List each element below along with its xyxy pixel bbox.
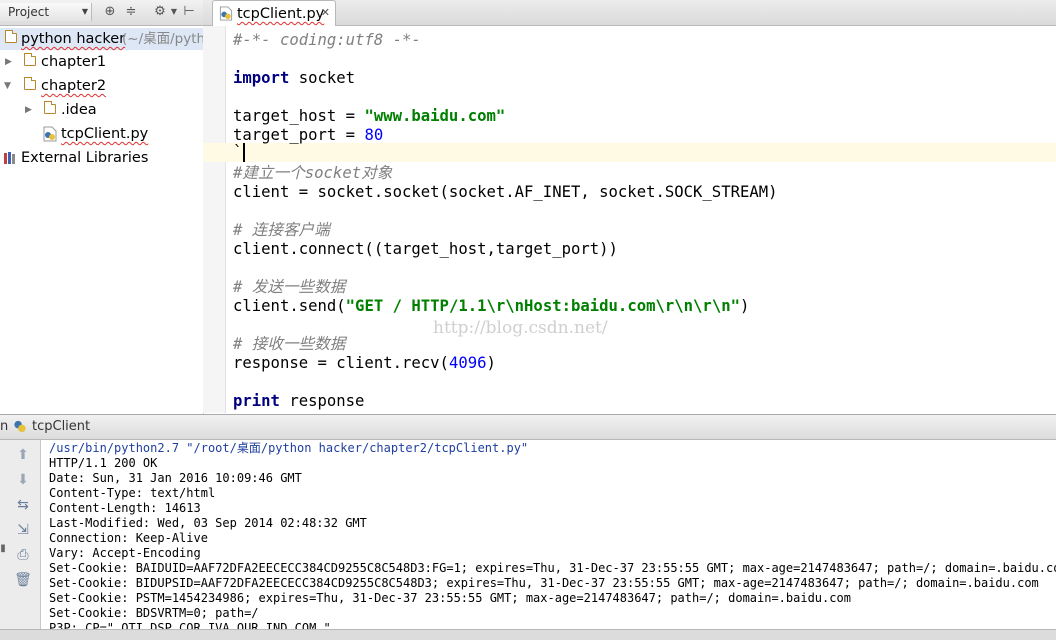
- code-line-5: target_host = "www.baidu.com": [233, 107, 505, 126]
- code-line-8: #建立一个socket对象: [233, 164, 393, 182]
- keyword: print: [233, 392, 280, 410]
- code-text: ): [739, 297, 750, 315]
- project-tree: python hacker (~/桌面/pyth ▶ chapter1 ▼ ch…: [0, 26, 206, 414]
- console-line: Set-Cookie: PSTM=1454234986; expires=Thu…: [49, 591, 851, 605]
- chevron-down-icon[interactable]: ▼: [166, 4, 182, 20]
- code-line-11: # 连接客户端: [233, 221, 330, 239]
- python-file-icon: [219, 6, 233, 21]
- code-line-12: client.connect((target_host,target_port)…: [233, 240, 618, 258]
- run-panel-header: n tcpClient: [0, 414, 1056, 440]
- keyword: import: [233, 69, 290, 87]
- console-line: Vary: Accept-Encoding: [49, 546, 201, 560]
- console-line: Date: Sun, 31 Jan 2016 10:09:46 GMT: [49, 471, 302, 485]
- code-line-18: response = client.recv(4096): [233, 354, 496, 373]
- console-line: Set-Cookie: BDSVRTM=0; path=/: [49, 606, 259, 620]
- number-literal: 4096: [448, 354, 487, 372]
- code-text: socket: [289, 69, 356, 87]
- tree-item-python-hacker[interactable]: python hacker (~/桌面/pyth: [0, 28, 206, 50]
- code-text: response = client.recv(: [233, 354, 449, 372]
- folder-icon: [23, 53, 36, 66]
- target-icon[interactable]: ⊕: [102, 4, 118, 20]
- console-line: P3P: CP=" OTI DSP COR IVA OUR IND COM ": [49, 621, 331, 629]
- code-line-17: # 接收一些数据: [233, 335, 346, 353]
- code-editor[interactable]: #-*- coding:utf8 -*- import socket targe…: [203, 26, 1056, 413]
- project-view-selector[interactable]: Project ▼: [0, 3, 92, 21]
- tree-item-label: chapter1: [41, 54, 107, 70]
- code-text: ): [486, 354, 496, 372]
- current-line-highlight: [203, 143, 1056, 162]
- expand-arrow-icon[interactable]: ▶: [25, 99, 32, 121]
- code-line-7: `: [233, 143, 243, 161]
- tree-item-chapter2[interactable]: ▼ chapter2: [0, 75, 203, 97]
- hide-panel-icon[interactable]: ⊢: [181, 4, 197, 20]
- collapse-all-icon[interactable]: ≑: [123, 4, 139, 20]
- console-line: HTTP/1.1 200 OK: [49, 456, 158, 470]
- folder-icon: [43, 101, 56, 114]
- code-text: client.send(: [233, 297, 346, 315]
- code-line-15: client.send("GET / HTTP/1.1\r\nHost:baid…: [233, 297, 749, 316]
- project-toolbar: Project ▼ ⊕ ≑ ⚙ ▼ ⊢: [0, 0, 203, 26]
- console-line: Set-Cookie: BAIDUID=AAF72DFA2EECECC384CD…: [49, 561, 1056, 575]
- tree-item-label: External Libraries: [21, 150, 149, 166]
- code-text: target_port =: [233, 126, 365, 144]
- tree-item-label: python hacker: [21, 31, 126, 47]
- tree-item-tcpclient-py[interactable]: tcpClient.py: [0, 123, 203, 145]
- number-literal: 80: [364, 126, 384, 144]
- print-icon[interactable]: ⎙: [14, 546, 32, 564]
- python-run-icon: [14, 420, 26, 433]
- run-toolbar: ⬆ ⬇ ⇆ ⇲ ⎙ 🗑 ▮: [0, 440, 41, 639]
- console-line: Content-Type: text/html: [49, 486, 216, 500]
- console-line: Set-Cookie: BIDUPSID=AAF72DFA2EECECC384C…: [49, 576, 1039, 590]
- console-line: Content-Length: 14613: [49, 501, 201, 515]
- console-command-line: /usr/bin/python2.7 "/root/桌面/python hack…: [49, 441, 529, 455]
- tab-tcpclient-py[interactable]: tcpClient.py ✕: [212, 0, 336, 26]
- editor-tab-bar: tcpClient.py ✕: [203, 0, 1056, 26]
- string-literal: "GET / HTTP/1.1\r\nHost:baidu.com\r\n\r\…: [345, 297, 740, 315]
- code-line-1: #-*- coding:utf8 -*-: [233, 31, 421, 49]
- text-caret: [243, 143, 245, 162]
- project-view-label: Project: [8, 5, 50, 19]
- run-config-title[interactable]: tcpClient: [32, 419, 90, 434]
- chevron-down-icon: ▼: [81, 7, 88, 16]
- scroll-to-end-icon[interactable]: ⇲: [14, 521, 32, 539]
- status-bar: [0, 629, 1056, 640]
- code-line-9: client = socket.socket(socket.AF_INET, s…: [233, 183, 778, 201]
- code-text: response: [279, 392, 365, 410]
- tree-item-label: tcpClient.py: [61, 126, 149, 142]
- trash-icon[interactable]: 🗑: [14, 571, 32, 589]
- down-arrow-icon[interactable]: ⬇: [14, 471, 32, 489]
- folder-icon: [23, 77, 36, 90]
- watermark: http://blog.csdn.net/: [433, 318, 608, 338]
- tree-item-label: chapter2: [41, 78, 107, 94]
- code-line-6: target_port = 80: [233, 126, 383, 145]
- console-line: Last-Modified: Wed, 03 Sep 2014 02:48:32…: [49, 516, 367, 530]
- python-file-icon: [43, 126, 57, 142]
- expand-arrow-icon[interactable]: ▶: [5, 51, 12, 73]
- console-line: Connection: Keep-Alive: [49, 531, 208, 545]
- close-icon[interactable]: ✕: [321, 6, 330, 19]
- up-arrow-icon[interactable]: ⬆: [14, 446, 32, 464]
- tree-item-idea[interactable]: ▶ .idea: [0, 99, 203, 121]
- code-line-3: import socket: [233, 69, 355, 88]
- code-text: target_host =: [233, 107, 365, 125]
- tree-item-label: .idea: [61, 102, 97, 118]
- run-panel-prefix: n: [0, 419, 9, 434]
- tab-label: tcpClient.py: [237, 6, 325, 22]
- soft-wrap-icon[interactable]: ⇆: [14, 496, 32, 514]
- collapse-arrow-icon[interactable]: ▼: [4, 75, 11, 97]
- side-marker-icon: ▮: [0, 543, 6, 554]
- tree-item-external-libraries[interactable]: External Libraries: [0, 147, 203, 169]
- folder-icon: [4, 30, 17, 43]
- run-console-output[interactable]: /usr/bin/python2.7 "/root/桌面/python hack…: [41, 440, 1056, 629]
- tree-item-chapter1[interactable]: ▶ chapter1: [0, 51, 203, 73]
- code-line-20: print response: [233, 392, 364, 411]
- tree-item-path-hint: (~/桌面/pyth: [122, 31, 206, 47]
- string-literal: "www.baidu.com": [364, 107, 506, 125]
- code-line-14: # 发送一些数据: [233, 278, 346, 296]
- editor-gutter: [203, 26, 226, 413]
- libraries-icon: [4, 152, 15, 164]
